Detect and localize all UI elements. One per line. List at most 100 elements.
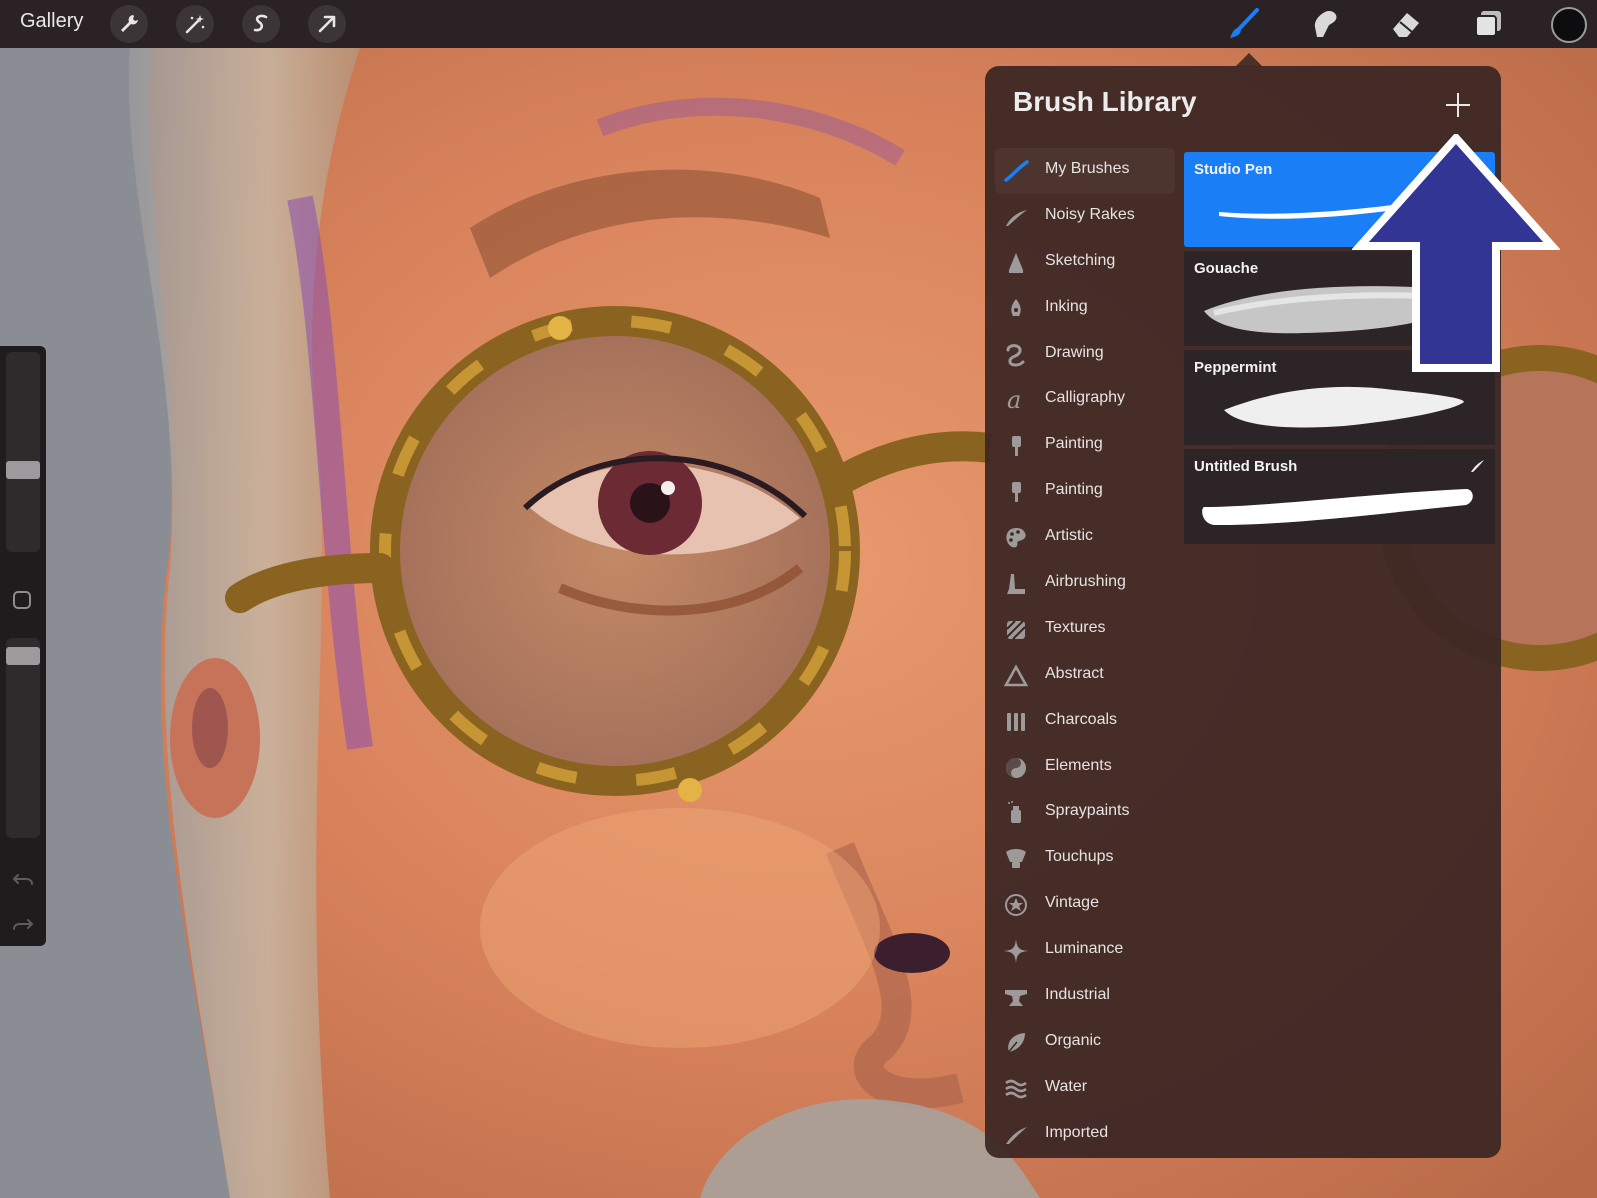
brush-set-label: Spraypaints [1045, 802, 1130, 820]
brush-set-label: Water [1045, 1077, 1088, 1095]
brush-set-item[interactable]: Imported [995, 1112, 1175, 1158]
brush-set-item[interactable]: Airbrushing [995, 561, 1175, 607]
script-a-icon: a [1007, 387, 1021, 413]
opacity-slider-thumb[interactable] [6, 647, 40, 666]
brush-set-list: My Brushes Noisy Rakes Sketching Inking Draw… [995, 148, 1175, 1158]
brush-item[interactable]: Untitled Brush [1184, 449, 1495, 544]
brush-set-item[interactable]: Water [995, 1066, 1175, 1112]
popover-pointer [1235, 53, 1263, 67]
brush-set-label: Noisy Rakes [1045, 205, 1135, 223]
pen-nib-icon [1011, 298, 1021, 316]
brush-icon [1230, 8, 1259, 38]
brush-set-label: Imported [1045, 1123, 1109, 1141]
smudge-tool-button[interactable] [1304, 4, 1344, 44]
brush-name: Untitled Brush [1194, 458, 1298, 475]
brush-set-label: Industrial [1045, 986, 1110, 1004]
panel-title: Brush Library [1013, 86, 1197, 117]
triangle-icon [1003, 664, 1029, 687]
plus-icon[interactable] [1443, 90, 1473, 120]
brush-set-label: Painting [1045, 481, 1103, 499]
brush-set-item[interactable]: Artistic [995, 515, 1175, 561]
brush-set-item[interactable]: Vintage [995, 882, 1175, 928]
brush-set-item[interactable]: Organic [995, 1020, 1175, 1066]
brush-size-slider[interactable] [6, 352, 40, 552]
brush-name: Studio Pen [1194, 161, 1273, 178]
charcoal-bars-icon [1007, 712, 1025, 731]
brush-set-item[interactable]: Touchups [995, 836, 1175, 882]
brush-set-item[interactable]: Sketching [995, 240, 1175, 286]
brush-item[interactable]: Peppermint [1184, 350, 1495, 445]
brush-stroke-icon [1004, 160, 1029, 182]
palette-icon [1006, 528, 1026, 548]
magic-wand-icon [185, 15, 205, 34]
wrench-icon [121, 15, 138, 32]
modify-square-icon[interactable] [13, 591, 31, 609]
brush-name: Gouache [1194, 260, 1259, 277]
opacity-slider[interactable] [6, 638, 40, 838]
brush-set-item[interactable]: Painting [995, 423, 1175, 469]
gallery-button[interactable]: Gallery [20, 10, 83, 33]
brush-set-item[interactable]: Elements [995, 745, 1175, 791]
brush-set-label: Inking [1045, 297, 1088, 315]
brush-set-item[interactable]: Abstract [995, 653, 1175, 699]
color-picker-button[interactable] [1551, 7, 1587, 43]
yin-yang-icon [1006, 757, 1026, 778]
waves-icon [1005, 1079, 1027, 1099]
star-circle-icon [1005, 894, 1027, 917]
spray-can-icon [1008, 801, 1021, 824]
brush-item[interactable]: Gouache [1184, 251, 1495, 346]
brush-set-item[interactable]: Luminance [995, 928, 1175, 974]
touchup-brush-icon [1006, 849, 1026, 869]
pencil-tip-icon [1009, 252, 1023, 273]
brush-set-label: Touchups [1045, 848, 1114, 866]
brush-set-item[interactable]: Drawing [995, 332, 1175, 378]
layers-button[interactable] [1468, 4, 1508, 44]
brush-name: Peppermint [1194, 359, 1277, 376]
redo-icon[interactable] [12, 916, 34, 934]
actions-button[interactable] [110, 5, 148, 43]
brush-item[interactable]: Studio Pen [1184, 152, 1495, 247]
leaf-icon [1006, 1032, 1025, 1055]
brush-set-item[interactable]: Noisy Rakes [995, 194, 1175, 240]
brush-set-item[interactable]: a Calligraphy [995, 377, 1175, 423]
selection-button[interactable] [242, 5, 280, 43]
sparkle-icon [1004, 939, 1028, 964]
brush-set-label: Painting [1045, 435, 1103, 453]
brush-set-label: Charcoals [1045, 710, 1118, 728]
brush-set-item[interactable]: Charcoals [995, 699, 1175, 745]
transform-button[interactable] [308, 5, 346, 43]
brush-set-item[interactable]: Industrial [995, 974, 1175, 1020]
texture-icon [1006, 620, 1026, 640]
brush-set-label: Textures [1045, 618, 1106, 636]
custom-brush-badge-icon [1471, 460, 1484, 472]
brush-set-item[interactable]: Textures [995, 607, 1175, 653]
selection-s-icon [253, 14, 268, 32]
smudge-icon [1314, 11, 1337, 37]
brush-tool-button[interactable] [1224, 4, 1264, 44]
brush-set-label: Calligraphy [1045, 389, 1126, 407]
brush-set-item[interactable]: My Brushes [995, 148, 1175, 194]
adjustments-button[interactable] [176, 5, 214, 43]
transform-arrow-icon [318, 15, 336, 33]
top-toolbar: Gallery [0, 0, 1597, 48]
brush-size-slider-thumb[interactable] [6, 461, 40, 480]
brush-library-panel: Brush Library My Brushes Noisy Rakes Sketc… [985, 66, 1501, 1158]
paint-brush-icon [1012, 436, 1021, 457]
brush-set-label: My Brushes [1045, 160, 1130, 177]
undo-icon[interactable] [12, 871, 34, 889]
squiggle-icon [1006, 343, 1025, 367]
brush-set-item[interactable]: Spraypaints [995, 790, 1175, 836]
layers-icon [1475, 11, 1501, 37]
left-sidebar [0, 346, 46, 946]
brush-set-item[interactable]: Painting [995, 469, 1175, 515]
eraser-icon [1393, 13, 1419, 37]
feather-stroke-icon [1006, 209, 1027, 226]
svg-text:a: a [1007, 387, 1021, 413]
eraser-tool-button[interactable] [1386, 4, 1426, 44]
brush-set-label: Artistic [1045, 527, 1093, 545]
brush-set-label: Elements [1045, 756, 1112, 774]
anvil-icon [1005, 990, 1027, 1007]
brush-set-item[interactable]: Inking [995, 286, 1175, 332]
imported-stroke-icon [1006, 1126, 1027, 1144]
airbrush-icon [1007, 574, 1025, 595]
